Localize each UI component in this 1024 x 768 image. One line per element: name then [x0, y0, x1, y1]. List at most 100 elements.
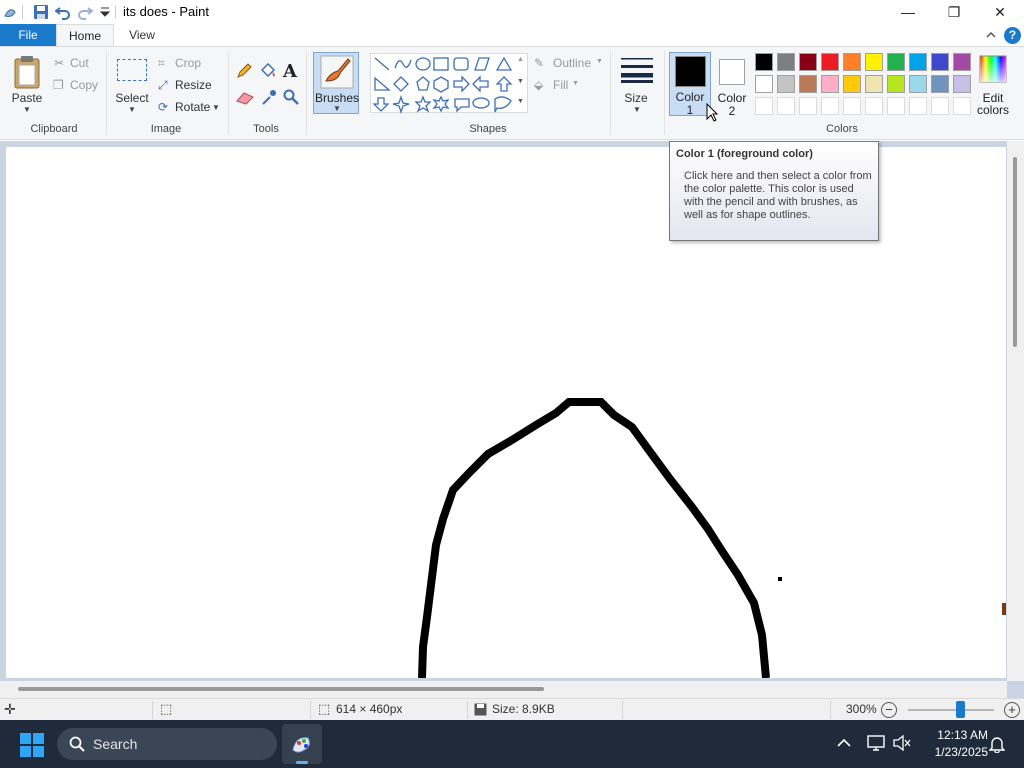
tab-view[interactable]: View: [116, 24, 168, 46]
pencil-icon[interactable]: [236, 63, 252, 79]
palette-custom-slot[interactable]: [755, 97, 773, 115]
shapes-scroll-up-icon[interactable]: ▲: [517, 56, 524, 63]
palette-custom-slot[interactable]: [953, 97, 971, 115]
zoom-slider[interactable]: [908, 709, 994, 711]
color-2-swatch[interactable]: [719, 59, 745, 85]
color-2-label-line1[interactable]: Color: [712, 92, 752, 104]
palette-custom-slot[interactable]: [799, 97, 817, 115]
tab-file[interactable]: File: [0, 24, 56, 46]
palette-custom-slot[interactable]: [865, 97, 883, 115]
outline-dropdown-icon[interactable]: ▼: [596, 58, 603, 65]
palette-color-swatch[interactable]: [777, 53, 795, 71]
search-label: Search: [93, 736, 138, 752]
palette-color-swatch[interactable]: [821, 75, 839, 93]
palette-custom-slot[interactable]: [931, 97, 949, 115]
edit-colors-icon[interactable]: [979, 55, 1007, 83]
undo-icon[interactable]: [55, 4, 71, 20]
palette-color-swatch[interactable]: [887, 53, 905, 71]
fill-dropdown-icon[interactable]: ▼: [572, 80, 579, 87]
tooltip-title: Color 1 (foreground color): [676, 148, 813, 160]
paste-icon[interactable]: [12, 55, 42, 89]
palette-custom-slot[interactable]: [821, 97, 839, 115]
color-2-label-line2[interactable]: 2: [712, 105, 752, 117]
windows-start-icon[interactable]: [20, 733, 44, 757]
color-picker-icon[interactable]: [261, 89, 277, 105]
copy-button[interactable]: Copy: [70, 78, 98, 92]
palette-color-swatch[interactable]: [799, 75, 817, 93]
save-icon[interactable]: [33, 4, 49, 20]
edit-colors-label-line2[interactable]: colors: [972, 104, 1014, 116]
palette-color-swatch[interactable]: [821, 53, 839, 71]
fill-bucket-icon[interactable]: [259, 63, 277, 79]
vertical-scrollbar[interactable]: [1007, 141, 1024, 681]
resize-button[interactable]: Resize: [175, 78, 212, 92]
color-1-button[interactable]: Color 1: [669, 52, 711, 116]
crop-button[interactable]: Crop: [175, 56, 201, 70]
palette-color-swatch[interactable]: [865, 75, 883, 93]
shapes-expand-icon[interactable]: ▼: [517, 98, 524, 105]
palette-color-swatch[interactable]: [931, 53, 949, 71]
clock-time[interactable]: 12:13 AM: [922, 728, 988, 742]
taskbar-paint-app[interactable]: [282, 724, 322, 764]
eraser-icon[interactable]: [236, 91, 254, 105]
palette-color-swatch[interactable]: [909, 75, 927, 93]
vertical-scroll-thumb[interactable]: [1013, 157, 1017, 347]
paint-taskbar-icon: [292, 737, 310, 753]
palette-color-swatch[interactable]: [931, 75, 949, 93]
brushes-button[interactable]: Brushes ▼: [313, 52, 359, 114]
zoom-in-button[interactable]: +: [1004, 702, 1020, 718]
customize-quick-access-icon[interactable]: [97, 4, 113, 20]
palette-custom-slot[interactable]: [909, 97, 927, 115]
horizontal-scroll-thumb[interactable]: [18, 687, 544, 691]
rotate-button[interactable]: Rotate: [175, 100, 210, 114]
group-separator: [228, 51, 229, 135]
cut-button[interactable]: Cut: [70, 56, 89, 70]
palette-color-swatch[interactable]: [777, 75, 795, 93]
palette-custom-slot[interactable]: [887, 97, 905, 115]
horizontal-scrollbar[interactable]: [0, 681, 1007, 698]
tray-overflow-chevron-icon[interactable]: [837, 738, 851, 748]
zoom-out-button[interactable]: −: [881, 702, 897, 718]
select-icon[interactable]: [117, 59, 147, 81]
clock-date[interactable]: 1/23/2025: [922, 745, 988, 759]
palette-color-swatch[interactable]: [953, 53, 971, 71]
size-icon[interactable]: [620, 57, 654, 83]
palette-color-swatch[interactable]: [755, 75, 773, 93]
palette-color-swatch[interactable]: [843, 75, 861, 93]
palette-color-swatch[interactable]: [755, 53, 773, 71]
palette-color-swatch[interactable]: [799, 53, 817, 71]
text-tool-icon[interactable]: A: [283, 61, 297, 82]
palette-color-swatch[interactable]: [865, 53, 883, 71]
close-button[interactable]: ✕: [977, 0, 1023, 24]
select-dropdown-icon[interactable]: ▼: [128, 105, 136, 114]
notification-bell-icon[interactable]: [989, 735, 1005, 753]
palette-color-swatch[interactable]: [887, 75, 905, 93]
collapse-ribbon-icon[interactable]: [985, 29, 997, 41]
volume-muted-icon[interactable]: [893, 735, 911, 751]
network-monitor-icon[interactable]: [867, 735, 885, 751]
shapes-gallery-icons[interactable]: [371, 54, 515, 114]
magnifier-icon[interactable]: [283, 89, 299, 105]
select-button[interactable]: Select: [110, 91, 154, 105]
palette-color-swatch[interactable]: [843, 53, 861, 71]
redo-icon[interactable]: [77, 4, 93, 20]
outline-button[interactable]: Outline: [553, 56, 591, 70]
size-dropdown-icon[interactable]: ▼: [633, 105, 641, 114]
paste-dropdown-icon[interactable]: ▼: [23, 105, 31, 114]
minimize-button[interactable]: —: [885, 0, 931, 24]
tab-home[interactable]: Home: [56, 24, 114, 46]
rotate-dropdown-icon[interactable]: ▼: [212, 103, 220, 112]
zoom-slider-thumb[interactable]: [956, 701, 965, 718]
taskbar-search[interactable]: Search: [57, 728, 277, 760]
shapes-scroll-down-icon[interactable]: ▼: [517, 78, 524, 85]
paste-button[interactable]: Paste: [6, 91, 48, 105]
maximize-button[interactable]: ❐: [931, 0, 977, 24]
help-icon[interactable]: ?: [1004, 27, 1021, 44]
palette-custom-slot[interactable]: [843, 97, 861, 115]
palette-color-swatch[interactable]: [953, 75, 971, 93]
brushes-dropdown-icon: ▼: [333, 104, 341, 113]
palette-color-swatch[interactable]: [909, 53, 927, 71]
size-button[interactable]: Size: [614, 91, 658, 105]
fill-button[interactable]: Fill: [553, 78, 568, 92]
palette-custom-slot[interactable]: [777, 97, 795, 115]
